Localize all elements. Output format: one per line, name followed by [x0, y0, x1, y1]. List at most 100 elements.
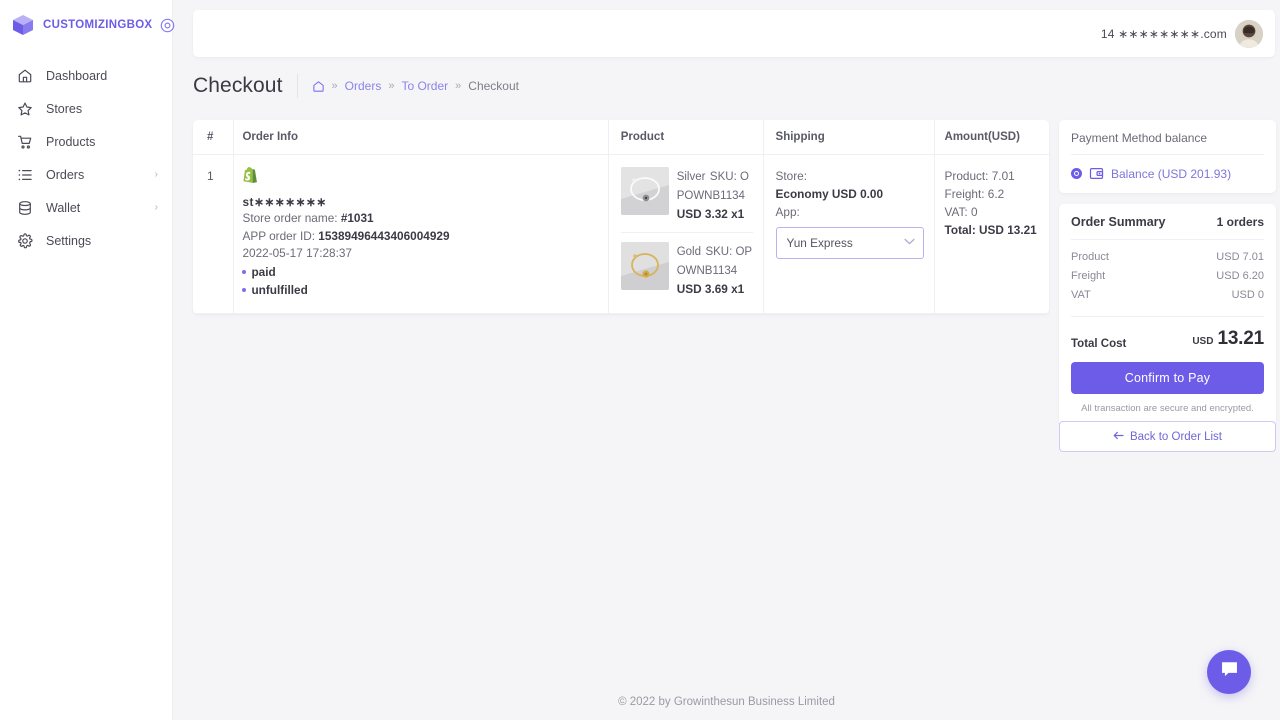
payment-option-label: Balance (USD 201.93)	[1111, 167, 1231, 181]
account-name: 14 ∗∗∗∗∗∗∗∗.com	[1101, 27, 1227, 41]
divider	[297, 74, 298, 98]
breadcrumb-arrow: »	[332, 80, 338, 92]
database-icon	[16, 199, 33, 216]
store-order-name-line: Store order name: #1031	[242, 210, 597, 228]
summary-row-label: Freight	[1071, 267, 1105, 286]
sidebar-item-dashboard[interactable]: Dashboard	[0, 59, 172, 92]
sidebar: CUSTOMIZINGBOX Dashboard	[0, 0, 173, 720]
summary-orders-count: 1 orders	[1217, 215, 1264, 229]
sidebar-item-settings[interactable]: Settings	[0, 224, 172, 257]
table-body: 1 st∗∗∗∗∗∗∗	[193, 155, 1049, 314]
table-head: # Order Info Product Shipping Amount(USD…	[193, 120, 1049, 155]
sidebar-item-orders[interactable]: Orders ›	[0, 158, 172, 191]
radio-selected-icon[interactable]	[1071, 168, 1082, 179]
sidebar-item-label: Products	[46, 135, 95, 149]
page-title: Checkout	[193, 74, 283, 98]
amount-vat: VAT: 0	[945, 203, 1039, 221]
back-to-order-list-button[interactable]: Back to Order List	[1059, 421, 1276, 452]
chevron-right-icon: ›	[155, 203, 158, 213]
table-row: 1 st∗∗∗∗∗∗∗	[193, 155, 1049, 314]
silver-bracelet-thumb	[621, 167, 669, 215]
breadcrumb-item-checkout: Checkout	[468, 79, 519, 93]
payment-method-card: Payment Method balance Balance (USD 201.…	[1059, 120, 1276, 193]
sidebar-item-stores[interactable]: Stores	[0, 92, 172, 125]
product-item: Gold SKU: OPOWNB1134 USD 3.69 x1	[621, 232, 753, 298]
star-icon	[16, 100, 33, 117]
brand-name: CUSTOMIZINGBOX	[43, 19, 152, 31]
app-order-id-line: APP order ID: 15389496443406004929	[242, 228, 597, 246]
sidebar-item-label: Stores	[46, 102, 82, 116]
breadcrumb-item-orders[interactable]: Orders	[345, 79, 382, 93]
payment-method-title: Payment Method balance	[1071, 131, 1264, 154]
amount-product: Product: 7.01	[945, 167, 1039, 185]
summary-row-label: Product	[1071, 248, 1109, 267]
chevron-right-icon: ›	[155, 170, 158, 180]
app-root: CUSTOMIZINGBOX Dashboard	[0, 0, 1280, 720]
summary-row-label: VAT	[1071, 286, 1091, 305]
amount-total: Total: USD 13.21	[945, 221, 1039, 239]
gear-icon	[16, 232, 33, 249]
confirm-to-pay-button[interactable]: Confirm to Pay	[1071, 362, 1264, 394]
product-name: Silver	[677, 171, 706, 183]
collapse-sidebar-icon[interactable]	[159, 17, 175, 33]
summary-row-product: Product USD 7.01	[1071, 248, 1264, 267]
status-badge-unfulfilled: unfulfilled	[242, 281, 597, 299]
table-header-row: # Order Info Product Shipping Amount(USD…	[193, 120, 1049, 155]
product-name: Gold	[677, 246, 701, 258]
column-header-order-info: Order Info	[234, 120, 608, 155]
product-item: Silver SKU: OPOWNB1134 USD 3.32 x1	[621, 167, 753, 232]
sidebar-item-products[interactable]: Products	[0, 125, 172, 158]
summary-row-value: USD 7.01	[1216, 248, 1264, 267]
summary-total: Total Cost USD 13.21	[1071, 316, 1264, 350]
shipping-store-label: Store:	[776, 167, 924, 185]
list-icon	[16, 166, 33, 183]
total-currency: USD	[1192, 336, 1213, 347]
arrow-left-icon	[1113, 431, 1124, 443]
chat-support-button[interactable]	[1207, 650, 1251, 694]
orders-table: # Order Info Product Shipping Amount(USD…	[193, 120, 1049, 314]
store-name: st∗∗∗∗∗∗∗	[242, 195, 597, 209]
summary-header: Order Summary 1 orders	[1071, 215, 1264, 239]
home-icon[interactable]	[312, 80, 325, 93]
sidebar-item-label: Wallet	[46, 201, 80, 215]
summary-title: Order Summary	[1071, 215, 1165, 229]
shipping-cell: Store: Economy USD 0.00 App: Yun Express	[763, 155, 934, 314]
column-header-amount: Amount(USD)	[934, 120, 1049, 155]
status-label: unfulfilled	[251, 281, 307, 299]
column-header-shipping: Shipping	[763, 120, 934, 155]
amount-cell: Product: 7.01 Freight: 6.2 VAT: 0 Total:…	[934, 155, 1049, 314]
footer-copyright: © 2022 by Growinthesun Business Limited	[173, 696, 1280, 708]
total-cost-value: USD 13.21	[1192, 328, 1264, 350]
shopify-logo	[242, 167, 260, 188]
product-price: USD 3.32 x1	[677, 207, 745, 221]
shipping-store-value: Economy USD 0.00	[776, 185, 924, 203]
account-menu[interactable]: 14 ∗∗∗∗∗∗∗∗.com	[1101, 20, 1263, 48]
orders-table-card: # Order Info Product Shipping Amount(USD…	[193, 120, 1049, 314]
breadcrumb-arrow: »	[388, 80, 394, 92]
status-label: paid	[251, 263, 275, 281]
column-header-product: Product	[608, 120, 763, 155]
store-order-name-label: Store order name:	[242, 211, 340, 225]
top-header-bar: 14 ∗∗∗∗∗∗∗∗.com	[193, 10, 1275, 57]
breadcrumb-item-to-order[interactable]: To Order	[401, 79, 448, 93]
brand-header: CUSTOMIZINGBOX	[0, 0, 172, 50]
user-avatar[interactable]	[1235, 20, 1263, 48]
secure-note: All transaction are secure and encrypted…	[1071, 403, 1264, 414]
shipping-method-select[interactable]: Yun Express	[776, 227, 924, 259]
row-number: 1	[207, 169, 214, 183]
chat-bubble-icon	[1219, 659, 1240, 685]
total-cost-label: Total Cost	[1071, 338, 1126, 350]
product-meta: Gold SKU: OPOWNB1134 USD 3.69 x1	[677, 242, 753, 298]
payment-option-balance[interactable]: Balance (USD 201.93)	[1071, 154, 1264, 181]
order-summary-card: Order Summary 1 orders Product USD 7.01 …	[1059, 204, 1276, 426]
product-meta: Silver SKU: OPOWNB1134 USD 3.32 x1	[677, 167, 753, 223]
sidebar-item-wallet[interactable]: Wallet ›	[0, 191, 172, 224]
store-order-name-value: #1031	[341, 211, 374, 225]
shipping-app-label: App:	[776, 203, 924, 221]
sidebar-nav: Dashboard Stores Product	[0, 50, 172, 257]
order-date: 2022-05-17 17:28:37	[242, 245, 597, 263]
sidebar-item-label: Orders	[46, 168, 84, 182]
home-icon	[16, 67, 33, 84]
total-amount: 13.21	[1217, 328, 1264, 350]
order-info-cell: st∗∗∗∗∗∗∗ Store order name: #1031 APP or…	[234, 155, 608, 314]
